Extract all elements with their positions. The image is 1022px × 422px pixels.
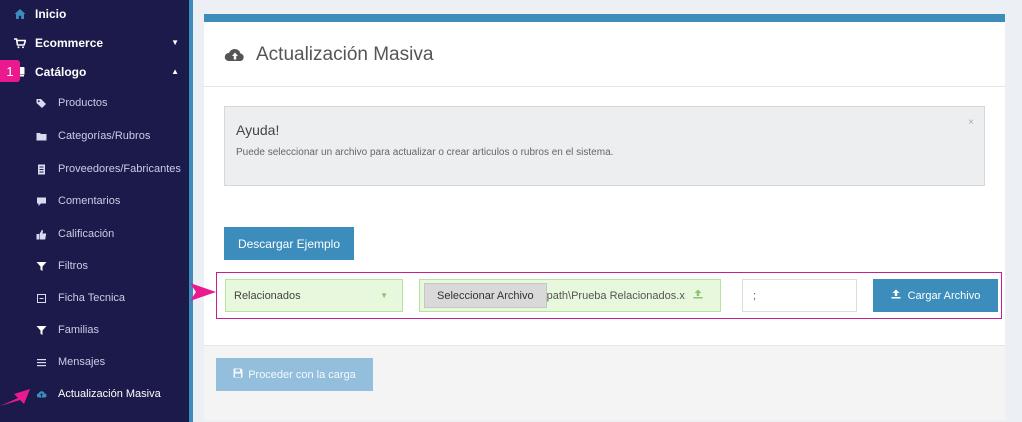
sidebar-item-ecommerce[interactable]: Ecommerce ▼ [0, 29, 189, 56]
home-icon [14, 8, 26, 20]
tags-icon [36, 98, 47, 109]
cart-icon [14, 37, 26, 49]
sidebar-item-label: Calificación [58, 228, 115, 240]
list-icon [36, 357, 47, 368]
sidebar-item-label: Actualización Masiva [58, 388, 161, 400]
select-file-button[interactable]: Seleccionar Archivo [424, 283, 547, 308]
sidebar-border [189, 0, 193, 422]
close-icon[interactable]: × [968, 117, 974, 128]
upload-icon [693, 289, 703, 302]
chevron-down-icon: ▼ [380, 291, 388, 300]
proceed-upload-label: Proceder con la carga [248, 368, 356, 381]
sidebar-item-label: Inicio [35, 6, 67, 21]
upload-file-button[interactable]: Cargar Archivo [873, 279, 998, 312]
sidebar-item-calificacion[interactable]: Calificación [0, 218, 189, 250]
download-example-button[interactable]: Descargar Ejemplo [224, 227, 354, 260]
annotation-badge: 1 [0, 60, 20, 82]
type-select-value: Relacionados [234, 289, 301, 302]
separator-input[interactable] [742, 279, 857, 312]
sidebar-item-catalogo[interactable]: Catálogo ▲ [0, 58, 189, 85]
annotation-arrow-icon [0, 389, 30, 406]
folder-icon [36, 131, 47, 142]
annotation-arrow-icon [190, 283, 216, 301]
help-title: Ayuda! [236, 122, 280, 138]
sidebar-item-inicio[interactable]: Inicio [0, 0, 189, 27]
sidebar-item-label: Mensajes [58, 356, 106, 368]
sidebar-item-categorias[interactable]: Categorías/Rubros [0, 120, 189, 152]
upload-form-row: Relacionados ▼ Seleccionar Archivo path\… [216, 272, 1002, 319]
sidebar-item-productos[interactable]: Productos [0, 87, 189, 119]
sidebar-item-ficha-tecnica[interactable]: Ficha Tecnica [0, 282, 189, 314]
file-input[interactable]: Seleccionar Archivo path\Prueba Relacion… [419, 279, 721, 312]
sidebar-item-label: Filtros [58, 260, 88, 272]
chevron-up-icon: ▲ [171, 67, 179, 76]
divider [204, 86, 1005, 87]
thumbs-up-icon [36, 229, 47, 240]
sidebar-item-label: Catálogo [35, 64, 87, 79]
panel-footer: Proceder con la carga [204, 345, 1005, 420]
proceed-upload-button[interactable]: Proceder con la carga [216, 358, 373, 391]
building-icon [36, 164, 47, 175]
help-alert: Ayuda! Puede seleccionar un archivo para… [224, 106, 985, 186]
sidebar-item-label: Ficha Tecnica [58, 292, 126, 304]
save-icon [233, 368, 243, 381]
sidebar-item-label: Comentarios [58, 195, 121, 207]
sidebar-item-label: Productos [58, 97, 108, 109]
sidebar-item-label: Categorías/Rubros [58, 130, 151, 142]
sidebar-item-label: Familias [58, 324, 99, 336]
file-path-text: path\Prueba Relacionados.x [546, 289, 685, 302]
page-title-text: Actualización Masiva [256, 44, 434, 65]
sidebar-item-filtros[interactable]: Filtros [0, 250, 189, 282]
upload-icon [891, 289, 901, 302]
mass-update-panel: Actualización Masiva Ayuda! Puede selecc… [204, 14, 1005, 420]
cloud-upload-icon [36, 389, 47, 400]
upload-file-label: Cargar Archivo [907, 289, 981, 302]
chevron-down-icon: ▼ [171, 38, 179, 47]
filter-icon [36, 325, 47, 336]
type-select[interactable]: Relacionados ▼ [225, 279, 403, 312]
help-text: Puede seleccionar un archivo para actual… [236, 147, 614, 158]
sidebar-item-familias[interactable]: Familias [0, 314, 189, 346]
filter-icon [36, 261, 47, 272]
sidebar-item-comentarios[interactable]: Comentarios [0, 185, 189, 217]
square-minus-icon [36, 293, 47, 304]
sidebar: Inicio Ecommerce ▼ Catálogo ▲ Productos … [0, 0, 193, 422]
sidebar-item-proveedores[interactable]: Proveedores/Fabricantes [0, 153, 189, 185]
comment-icon [36, 196, 47, 207]
sidebar-item-label: Proveedores/Fabricantes [58, 163, 181, 175]
cloud-upload-icon [224, 48, 244, 61]
page-title: Actualización Masiva [224, 44, 433, 66]
sidebar-item-mensajes[interactable]: Mensajes [0, 346, 189, 378]
sidebar-item-label: Ecommerce [35, 35, 104, 50]
